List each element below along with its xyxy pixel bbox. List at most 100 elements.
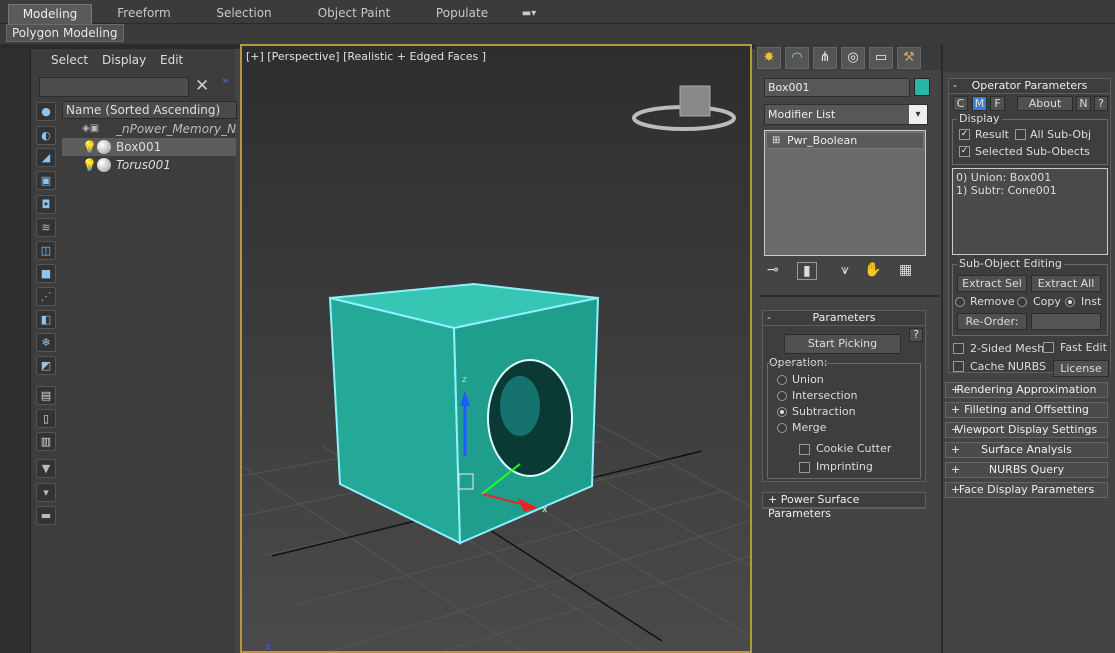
remove-radio[interactable] xyxy=(955,297,965,307)
configure-sets-icon[interactable]: ▦ xyxy=(899,262,912,278)
copy-radio[interactable] xyxy=(1017,297,1027,307)
intersection-radio[interactable] xyxy=(777,391,787,401)
m-button[interactable]: M xyxy=(972,96,987,111)
result-label: Result xyxy=(975,128,1009,141)
cookie-cutter-checkbox[interactable] xyxy=(799,444,810,455)
column-header-name[interactable]: Name (Sorted Ascending) xyxy=(62,101,237,119)
row-name: _nPower_Memory_N xyxy=(116,122,236,136)
list-item[interactable]: 💡 Box001 xyxy=(62,138,236,156)
inst-radio[interactable] xyxy=(1065,297,1075,307)
geometry-filter-icon[interactable]: ● xyxy=(36,102,56,121)
nurbs-query-rollout[interactable]: + NURBS Query xyxy=(945,462,1108,478)
pin-stack-icon[interactable]: ⊸ xyxy=(767,262,779,278)
display-none-icon[interactable]: ▯ xyxy=(36,409,56,428)
xrefs-filter-icon[interactable]: ■ xyxy=(36,264,56,283)
spacewarps-filter-icon[interactable]: ≋ xyxy=(36,218,56,237)
modifier-stack[interactable]: ⊞ Pwr_Boolean xyxy=(764,130,926,256)
f-button[interactable]: F xyxy=(990,96,1005,111)
create-icon[interactable]: ✸ xyxy=(757,47,781,69)
reorder-button[interactable]: Re-Order: xyxy=(957,313,1027,330)
list-item[interactable]: ◈▣ _nPower_Memory_N xyxy=(62,120,236,138)
filleting-offsetting-rollout[interactable]: + Filleting and Offsetting xyxy=(945,402,1108,418)
stack-item[interactable]: ⊞ Pwr_Boolean xyxy=(766,132,924,149)
start-picking-button[interactable]: Start Picking xyxy=(784,334,901,354)
show-end-result-icon[interactable]: ▮ xyxy=(797,262,817,280)
expand-icon[interactable]: » xyxy=(222,74,229,87)
motion-icon[interactable]: ◎ xyxy=(841,47,865,69)
plus-icon: + xyxy=(951,443,961,456)
containers-filter-icon[interactable]: ◧ xyxy=(36,310,56,329)
search-input[interactable] xyxy=(39,77,189,97)
two-sided-mesh-checkbox[interactable] xyxy=(953,343,964,354)
extract-sel-button[interactable]: Extract Sel xyxy=(957,275,1027,292)
tab-object-paint[interactable]: Object Paint xyxy=(308,4,400,24)
viewport-perspective[interactable]: [+] [Perspective] [Realistic + Edged Fac… xyxy=(240,44,752,653)
filter-options-icon[interactable]: ▾ xyxy=(36,483,56,502)
power-surface-rollout[interactable]: + Power Surface Parameters xyxy=(762,492,926,520)
filter-icon[interactable]: ▼ xyxy=(36,459,56,478)
all-sub-obj-checkbox[interactable] xyxy=(1015,129,1026,140)
modifier-list-dropdown[interactable]: Modifier List ▾ xyxy=(764,104,928,125)
layer-icon[interactable]: ▬ xyxy=(36,506,56,525)
cameras-filter-icon[interactable]: ▣ xyxy=(36,171,56,190)
display-all-icon[interactable]: ▤ xyxy=(36,386,56,405)
imprinting-checkbox[interactable] xyxy=(799,462,810,473)
hierarchy-icon[interactable]: ⋔ xyxy=(813,47,837,69)
utilities-icon[interactable]: ⚒ xyxy=(897,47,921,69)
selected-sub-obects-checkbox[interactable]: ✓ xyxy=(959,146,970,157)
cache-nurbs-checkbox[interactable] xyxy=(953,361,964,372)
c-button[interactable]: C xyxy=(953,96,968,111)
lights-filter-icon[interactable]: ◢ xyxy=(36,148,56,167)
rendering-approximation-rollout[interactable]: + Rendering Approximation xyxy=(945,382,1108,398)
remove-modifier-icon[interactable]: ✋ xyxy=(864,262,881,278)
subtraction-radio[interactable] xyxy=(777,407,787,417)
menu-edit[interactable]: Edit xyxy=(160,53,183,67)
extract-all-button[interactable]: Extract All xyxy=(1031,275,1101,292)
menu-display[interactable]: Display xyxy=(102,53,146,67)
power-surface-header[interactable]: + Power Surface Parameters xyxy=(763,493,925,520)
face-display-parameters-rollout[interactable]: + Face Display Parameters xyxy=(945,482,1108,498)
invert-icon[interactable]: ▥ xyxy=(36,432,56,451)
tab-freeform[interactable]: Freeform xyxy=(108,4,180,24)
ribbon-options-icon[interactable]: ▬▾ xyxy=(514,4,544,24)
license-button[interactable]: License xyxy=(1053,360,1109,377)
close-icon[interactable]: ✕ xyxy=(195,76,209,96)
expand-icon[interactable]: ⊞ xyxy=(772,133,780,149)
tab-populate[interactable]: Populate xyxy=(430,4,494,24)
groups-filter-icon[interactable]: ◫ xyxy=(36,241,56,260)
tab-modeling[interactable]: Modeling xyxy=(8,4,92,24)
about-button[interactable]: About xyxy=(1017,96,1073,111)
object-name-field[interactable]: Box001 xyxy=(764,78,910,97)
viewport-display-settings-rollout[interactable]: + Viewport Display Settings xyxy=(945,422,1108,438)
list-item[interactable]: 1) Subtr: Cone001 xyxy=(956,184,1057,197)
union-radio[interactable] xyxy=(777,375,787,385)
menu-select[interactable]: Select xyxy=(51,53,88,67)
tab-selection[interactable]: Selection xyxy=(208,4,280,24)
bones-filter-icon[interactable]: ⋰ xyxy=(36,287,56,306)
help-button[interactable]: ? xyxy=(909,328,923,342)
n-button[interactable]: N xyxy=(1076,96,1091,111)
help-button[interactable]: ? xyxy=(1094,96,1108,111)
hidden-filter-icon[interactable]: ◩ xyxy=(36,356,56,375)
result-checkbox[interactable]: ✓ xyxy=(959,129,970,140)
operator-parameters-header[interactable]: - Operator Parameters xyxy=(949,79,1110,94)
shapes-filter-icon[interactable]: ◐ xyxy=(36,126,56,145)
helpers-filter-icon[interactable]: ◘ xyxy=(36,195,56,214)
frozen-filter-icon[interactable]: ❄ xyxy=(36,333,56,352)
reorder-field[interactable] xyxy=(1031,313,1101,330)
all-sub-obj-label: All Sub-Obj xyxy=(1030,128,1092,141)
list-item[interactable]: 💡 Torus001 xyxy=(62,156,236,174)
merge-radio[interactable] xyxy=(777,423,787,433)
parameters-header[interactable]: - Parameters xyxy=(763,311,925,326)
object-color-swatch[interactable] xyxy=(914,78,930,96)
fast-edit-label: Fast Edit xyxy=(1060,341,1107,354)
display-icon[interactable]: ▭ xyxy=(869,47,893,69)
list-item[interactable]: 0) Union: Box001 xyxy=(956,171,1051,184)
make-unique-icon[interactable]: ⩛ xyxy=(841,262,849,278)
modify-icon[interactable]: ◠ xyxy=(785,47,809,69)
fast-edit-checkbox[interactable] xyxy=(1043,342,1054,353)
plus-icon: + xyxy=(951,383,961,396)
surface-analysis-rollout[interactable]: + Surface Analysis xyxy=(945,442,1108,458)
operand-list[interactable]: 0) Union: Box001 1) Subtr: Cone001 xyxy=(952,168,1108,255)
tab-polygon-modeling[interactable]: Polygon Modeling xyxy=(6,24,124,42)
